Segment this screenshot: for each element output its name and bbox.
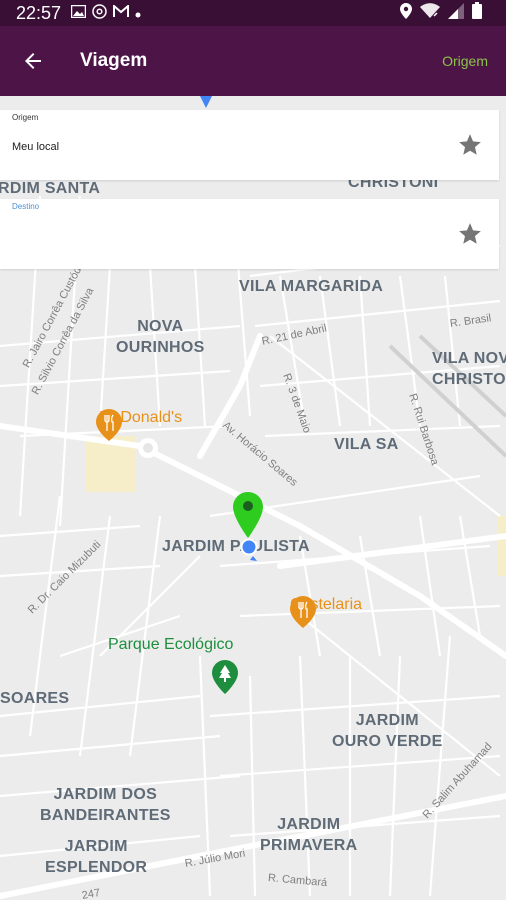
restaurant-icon: [290, 596, 316, 628]
map-label-vila-margarida: VILA MARGARIDA: [239, 278, 384, 295]
star-icon: [459, 223, 481, 244]
status-time: 22:57: [16, 2, 62, 23]
map-label-jardim-ouro-verde: JARDIM OURO VERDE: [332, 712, 443, 750]
gmail-icon: [113, 3, 130, 21]
map-label-vila-sa: VILA SA: [334, 436, 399, 453]
origin-favorite-button[interactable]: [457, 132, 483, 163]
street-label: 247: [80, 886, 102, 900]
destination-caption: Destino: [12, 202, 40, 211]
page-title: Viagem: [80, 50, 148, 71]
map-label-jardim-esplendor: JARDIM ESPLENDOR: [45, 838, 148, 876]
map-label-jardim-dos-bandeirantes: JARDIM DOS BANDEIRANTES: [40, 786, 171, 824]
origin-card[interactable]: Origem Meu local: [0, 110, 499, 180]
wifi-icon: [420, 2, 440, 24]
star-icon: [459, 134, 481, 155]
origin-field[interactable]: Meu local: [12, 141, 59, 153]
destination-field[interactable]: [12, 227, 432, 245]
image-icon: [70, 4, 87, 21]
restaurant-icon: [96, 409, 122, 441]
destination-favorite-button[interactable]: [457, 221, 483, 252]
map-label-jardim-paulista: JARDIM PAULISTA: [162, 538, 310, 555]
signal-icon: [448, 2, 464, 24]
battery-icon: [472, 2, 482, 24]
status-bar: 22:57: [0, 0, 506, 26]
map-label-soares: SOARES: [0, 690, 70, 707]
map-label-nova-ourinhos: NOVA OURINHOS: [116, 318, 205, 356]
app-bar: Viagem Origem: [0, 26, 506, 96]
dot-icon: [135, 5, 141, 21]
destination-card[interactable]: Destino: [0, 199, 499, 269]
origin-caption: Origem: [12, 113, 39, 122]
origem-action-button[interactable]: Origem: [442, 53, 488, 69]
at-icon: [92, 4, 107, 22]
map-label-jardim-santa: RDIM SANTA: [0, 180, 101, 197]
arrow-left-icon: [25, 53, 41, 69]
map-label-jardim-primavera: JARDIM PRIMAVERA: [260, 816, 358, 854]
poi-mcdonalds[interactable]: McDonald's: [96, 409, 182, 441]
location-icon: [400, 2, 412, 24]
poi-parque-ecologico-label: Parque Ecológico: [108, 636, 234, 653]
poi-costelaria[interactable]: Costelaria: [290, 596, 365, 628]
map-label-vila-nova-christo: VILA NOV CHRISTO: [432, 350, 506, 388]
back-button[interactable]: [6, 34, 60, 88]
